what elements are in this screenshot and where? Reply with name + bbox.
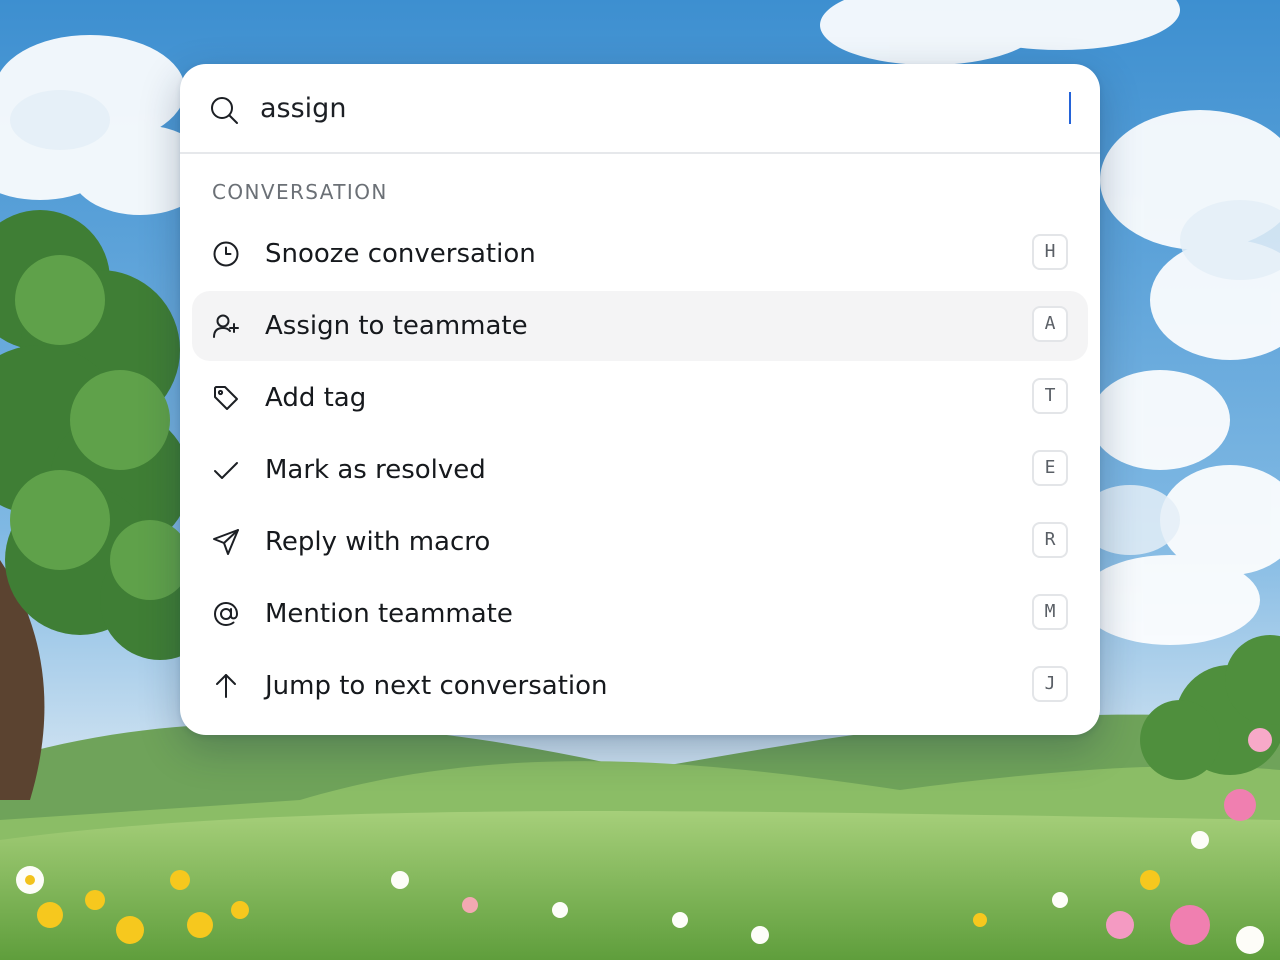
command-mention-teammate[interactable]: Mention teammate M bbox=[192, 579, 1088, 649]
at-sign-icon bbox=[214, 602, 238, 626]
command-label: Assign to teammate bbox=[265, 311, 528, 341]
command-label: Reply with macro bbox=[265, 527, 491, 557]
shortcut-key: A bbox=[1032, 306, 1068, 342]
command-assign-to-teammate[interactable]: Assign to teammate A bbox=[192, 291, 1088, 361]
clock-icon bbox=[213, 241, 239, 267]
send-icon bbox=[213, 529, 239, 555]
user-plus-icon bbox=[213, 314, 239, 338]
command-add-tag[interactable]: Add tag T bbox=[192, 363, 1088, 433]
tag-icon bbox=[214, 386, 238, 410]
shortcut-key: E bbox=[1032, 450, 1068, 486]
command-mark-as-resolved[interactable]: Mark as resolved E bbox=[192, 435, 1088, 505]
arrow-up-icon bbox=[216, 674, 236, 698]
command-reply-with-macro[interactable]: Reply with macro R bbox=[192, 507, 1088, 577]
shortcut-key: H bbox=[1032, 234, 1068, 270]
command-snooze-conversation[interactable]: Snooze conversation H bbox=[192, 219, 1088, 289]
command-label: Mention teammate bbox=[265, 599, 513, 629]
text-caret bbox=[1069, 92, 1071, 124]
command-label: Mark as resolved bbox=[265, 455, 486, 485]
command-label: Snooze conversation bbox=[265, 239, 536, 269]
command-label: Add tag bbox=[265, 383, 367, 413]
shortcut-key: M bbox=[1032, 594, 1068, 630]
search-icon bbox=[211, 97, 238, 124]
check-icon bbox=[214, 462, 238, 479]
shortcut-key: T bbox=[1032, 378, 1068, 414]
command-label: Jump to next conversation bbox=[265, 671, 608, 701]
command-palette: CONVERSATION Snooze conversation H Assig… bbox=[180, 64, 1100, 735]
section-heading: CONVERSATION bbox=[212, 180, 388, 204]
shortcut-key: R bbox=[1032, 522, 1068, 558]
search-bar[interactable] bbox=[180, 64, 1100, 154]
command-jump-to-next-conversation[interactable]: Jump to next conversation J bbox=[192, 651, 1088, 721]
shortcut-key: J bbox=[1032, 666, 1068, 702]
search-input[interactable] bbox=[260, 84, 1040, 132]
